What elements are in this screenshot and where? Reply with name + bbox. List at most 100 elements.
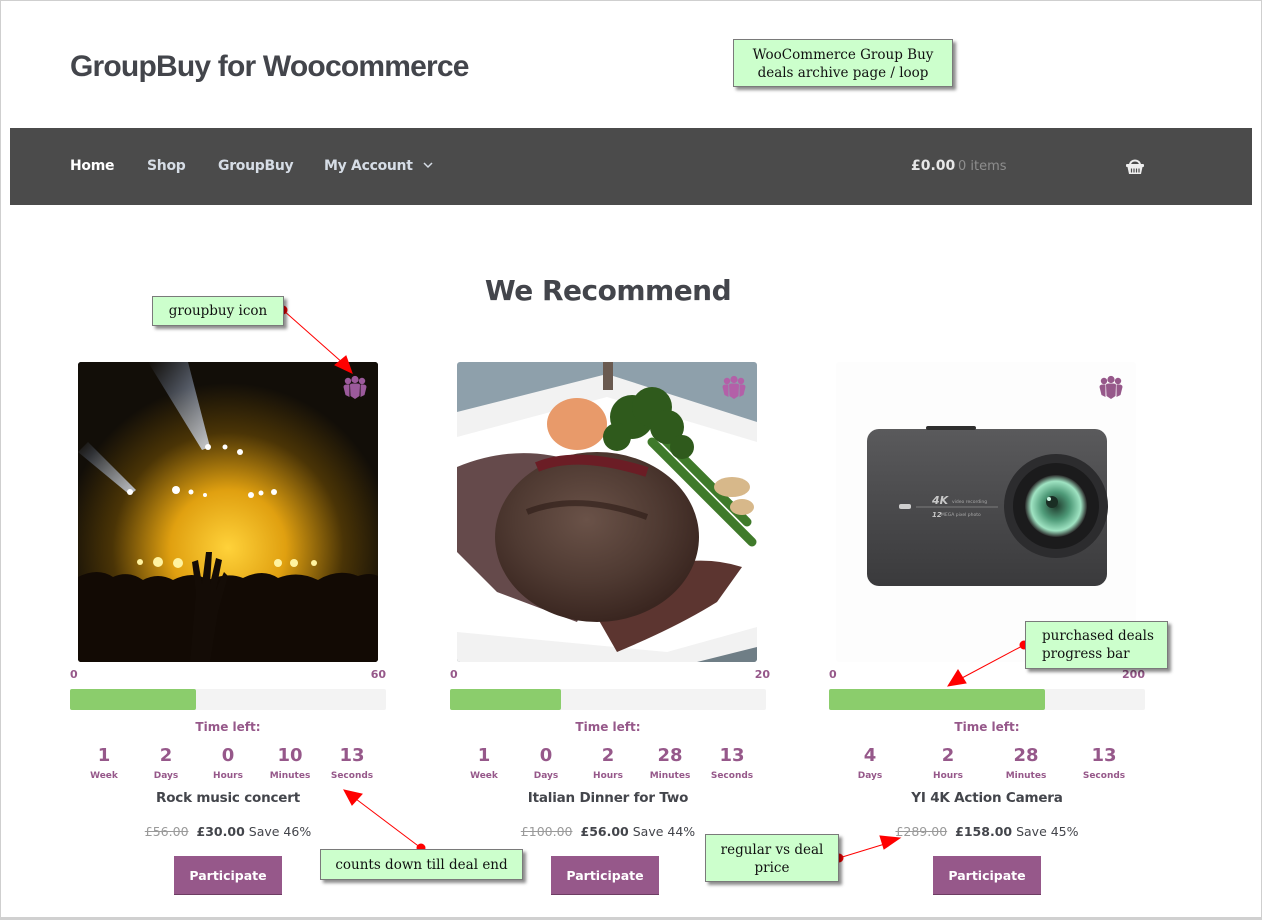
concert-photo bbox=[78, 362, 378, 662]
countdown-unit: 13 Seconds bbox=[321, 745, 383, 781]
regular-price: £56.00 bbox=[144, 824, 189, 839]
time-left-label: Time left: bbox=[575, 720, 641, 734]
countdown-unit: 28 Minutes bbox=[987, 745, 1065, 781]
product-card: 0 60 Time left: 1 Week 2 Days 0 Hours 10 Min… bbox=[70, 362, 390, 902]
progress-fill bbox=[70, 689, 197, 710]
savings-text: Save 46% bbox=[248, 824, 312, 839]
countdown-label: Minutes bbox=[269, 771, 311, 781]
countdown-value: 2 bbox=[159, 745, 173, 766]
progress-fill bbox=[450, 689, 561, 710]
participate-button[interactable]: Participate bbox=[174, 856, 282, 895]
product-image-concert[interactable] bbox=[78, 362, 378, 662]
cart-item-count[interactable]: 0 items bbox=[958, 159, 1007, 174]
countdown-value: 2 bbox=[941, 745, 955, 766]
countdown-value: 0 bbox=[539, 745, 553, 766]
countdown-label: Week bbox=[470, 771, 498, 781]
countdown-unit: 13 Seconds bbox=[1065, 745, 1143, 781]
deal-price: £158.00 bbox=[955, 824, 1013, 839]
group-icon bbox=[343, 375, 367, 399]
countdown-value: 13 bbox=[719, 745, 745, 766]
purchased-deals-progress-bar bbox=[450, 689, 766, 710]
camera-print-small: MEGA pixel photo bbox=[941, 512, 981, 518]
progress-max: 60 bbox=[370, 668, 386, 681]
steak-dinner-photo bbox=[457, 362, 757, 662]
time-left-label: Time left: bbox=[954, 720, 1020, 734]
action-camera-photo: 4K video recording 12 MEGA pixel photo bbox=[836, 362, 1136, 662]
nav-groupbuy[interactable]: GroupBuy bbox=[218, 158, 294, 174]
progress-min: 0 bbox=[450, 668, 458, 681]
progress-fill bbox=[829, 689, 1046, 710]
countdown-label: Week bbox=[90, 771, 118, 781]
countdown-unit: 1 Week bbox=[73, 745, 135, 781]
regular-price: £289.00 bbox=[895, 824, 948, 839]
countdown-unit: 2 Days bbox=[135, 745, 197, 781]
countdown-label: Hours bbox=[593, 771, 623, 781]
product-image-camera[interactable]: 4K video recording 12 MEGA pixel photo bbox=[836, 362, 1136, 662]
countdown-unit: 2 Hours bbox=[909, 745, 987, 781]
countdown-value: 13 bbox=[1091, 745, 1117, 766]
countdown-timer: 1 Week 0 Days 2 Hours 28 Minutes 13 Seconds bbox=[450, 745, 766, 781]
annotation-price: regular vs deal price bbox=[705, 834, 839, 882]
countdown-label: Seconds bbox=[1082, 771, 1126, 781]
cart-total[interactable]: £0.00 bbox=[911, 158, 955, 174]
progress-min: 0 bbox=[70, 668, 78, 681]
product-image-dinner[interactable] bbox=[457, 362, 757, 662]
product-title[interactable]: YI 4K Action Camera bbox=[829, 790, 1145, 806]
deal-price: £30.00 bbox=[196, 824, 245, 839]
site-title[interactable]: GroupBuy for Woocommerce bbox=[70, 50, 469, 84]
countdown-unit: 2 Hours bbox=[577, 745, 639, 781]
savings-text: Save 44% bbox=[632, 824, 696, 839]
countdown-value: 2 bbox=[601, 745, 615, 766]
purchased-deals-progress-bar bbox=[829, 689, 1145, 710]
regular-price: £100.00 bbox=[520, 824, 573, 839]
group-icon bbox=[1099, 375, 1123, 399]
countdown-value: 28 bbox=[1013, 745, 1039, 766]
primary-navigation: Home Shop GroupBuy My Account £0.00 0 it… bbox=[10, 128, 1252, 205]
group-icon bbox=[722, 375, 746, 399]
countdown-unit: 13 Seconds bbox=[701, 745, 763, 781]
countdown-unit: 4 Days bbox=[831, 745, 909, 781]
price: £56.00 £30.00 Save 46% bbox=[70, 824, 386, 839]
countdown-label: Days bbox=[533, 771, 559, 781]
participate-button[interactable]: Participate bbox=[933, 856, 1041, 895]
camera-4k-print: 4K bbox=[931, 494, 950, 507]
chevron-down-icon[interactable] bbox=[422, 158, 434, 172]
countdown-label: Minutes bbox=[1005, 771, 1047, 781]
countdown-label: Days bbox=[857, 771, 883, 781]
countdown-timer: 4 Days 2 Hours 28 Minutes 13 Seconds bbox=[829, 745, 1145, 781]
countdown-label: Minutes bbox=[649, 771, 691, 781]
countdown-label: Days bbox=[153, 771, 179, 781]
camera-print-small: video recording bbox=[952, 499, 987, 505]
annotation-countdown: counts down till deal end bbox=[320, 849, 523, 880]
deal-price: £56.00 bbox=[580, 824, 629, 839]
savings-text: Save 45% bbox=[1016, 824, 1079, 839]
countdown-unit: 28 Minutes bbox=[639, 745, 701, 781]
annotation-archive-page: WooCommerce Group Buy deals archive page… bbox=[733, 39, 953, 87]
progress-max: 20 bbox=[754, 668, 770, 681]
nav-my-account[interactable]: My Account bbox=[324, 158, 413, 174]
product-title[interactable]: Rock music concert bbox=[70, 790, 386, 806]
product-title[interactable]: Italian Dinner for Two bbox=[450, 790, 766, 806]
nav-shop[interactable]: Shop bbox=[147, 158, 186, 174]
annotation-progress-bar: purchased deals progress bar bbox=[1025, 621, 1168, 669]
time-left-label: Time left: bbox=[195, 720, 261, 734]
purchased-deals-progress-bar bbox=[70, 689, 386, 710]
countdown-value: 28 bbox=[657, 745, 683, 766]
countdown-value: 0 bbox=[221, 745, 235, 766]
countdown-value: 1 bbox=[97, 745, 111, 766]
product-card: 0 20 Time left: 1 Week 0 Days 2 Hours 28 Min… bbox=[450, 362, 770, 902]
progress-max: 200 bbox=[1122, 668, 1145, 681]
participate-button[interactable]: Participate bbox=[551, 856, 659, 895]
countdown-value: 10 bbox=[277, 745, 303, 766]
countdown-timer: 1 Week 2 Days 0 Hours 10 Minutes 13 Seconds bbox=[70, 745, 386, 781]
price: £289.00 £158.00 Save 45% bbox=[829, 824, 1145, 839]
countdown-unit: 1 Week bbox=[453, 745, 515, 781]
countdown-label: Hours bbox=[213, 771, 243, 781]
countdown-label: Hours bbox=[933, 771, 963, 781]
annotation-groupbuy-icon: groupbuy icon bbox=[152, 296, 284, 326]
progress-min: 0 bbox=[829, 668, 837, 681]
nav-home[interactable]: Home bbox=[70, 158, 115, 174]
countdown-value: 1 bbox=[477, 745, 491, 766]
basket-icon[interactable] bbox=[1125, 157, 1145, 175]
countdown-unit: 0 Hours bbox=[197, 745, 259, 781]
